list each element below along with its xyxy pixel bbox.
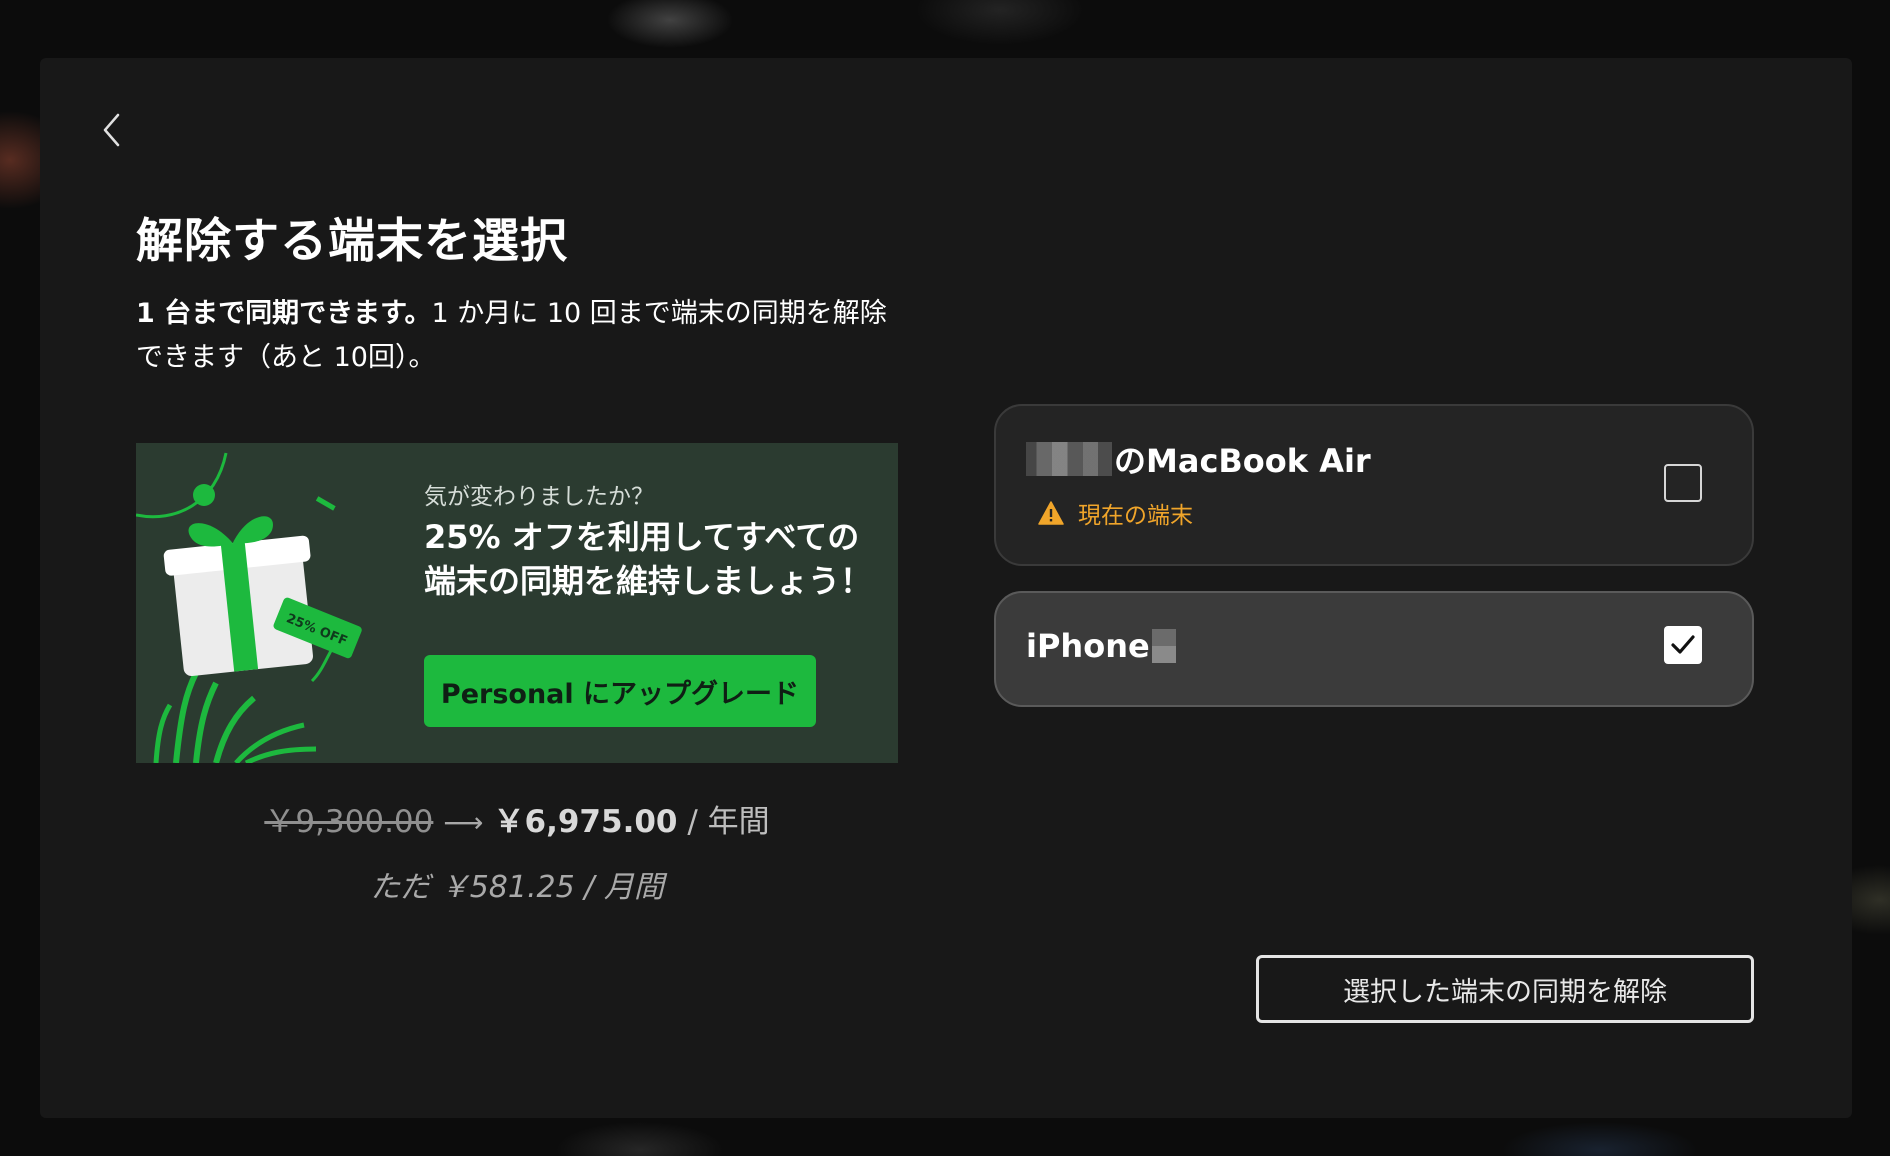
promo-subtitle: 気が変わりましたか？ bbox=[424, 484, 654, 510]
promo-headline: 25% オフを利用してすべての端末の同期を維持しましょう！ bbox=[424, 518, 873, 600]
upgrade-promo-banner: 25% OFF 気が変わりましたか？ 25% オフを利用してすべての端末の同期を… bbox=[136, 443, 898, 763]
current-device-note: 現在の端末 bbox=[1038, 496, 1193, 530]
annual-price: ￥9,300.00 ⟶ ￥6,975.00 / 年間 bbox=[136, 796, 898, 841]
redacted-device-suffix bbox=[1151, 629, 1176, 663]
price-period: / 年間 bbox=[687, 804, 770, 840]
device-name-macbook: のMacBook Air bbox=[1114, 442, 1371, 480]
arrow-icon: ⟶ bbox=[443, 806, 484, 839]
discounted-price: ￥6,975.00 bbox=[493, 804, 678, 840]
current-device-label: 現在の端末 bbox=[1078, 503, 1193, 529]
monthly-price: ただ ￥581.25 / 月間 bbox=[370, 870, 664, 905]
device-name-iphone: iPhone bbox=[1026, 627, 1150, 665]
unsync-selected-button[interactable]: 選択した端末の同期を解除 bbox=[1256, 955, 1754, 1023]
sync-limit-bold: 1 台まで同期できます。 bbox=[136, 298, 432, 329]
page-title: 解除する端末を選択 bbox=[136, 214, 568, 269]
back-button[interactable] bbox=[92, 110, 132, 150]
chevron-left-icon bbox=[103, 113, 120, 147]
checkbox-macbook[interactable] bbox=[1664, 464, 1702, 502]
warning-icon bbox=[1038, 501, 1064, 525]
original-price: ￥9,300.00 bbox=[264, 804, 434, 840]
sync-limit-description: 1 台まで同期できます。1 か月に 10 回まで端末の同期を解除できます（あと … bbox=[136, 292, 906, 380]
checkmark-icon bbox=[1671, 635, 1695, 654]
checkbox-iphone[interactable] bbox=[1664, 626, 1702, 664]
gift-icon: 25% OFF bbox=[136, 452, 362, 763]
upgrade-button[interactable]: Personal にアップグレード bbox=[424, 655, 816, 727]
redacted-owner-name bbox=[1026, 442, 1112, 476]
device-card-iphone[interactable]: iPhone bbox=[994, 591, 1754, 707]
device-card-macbook[interactable]: のMacBook Air 現在の端末 bbox=[994, 404, 1754, 566]
